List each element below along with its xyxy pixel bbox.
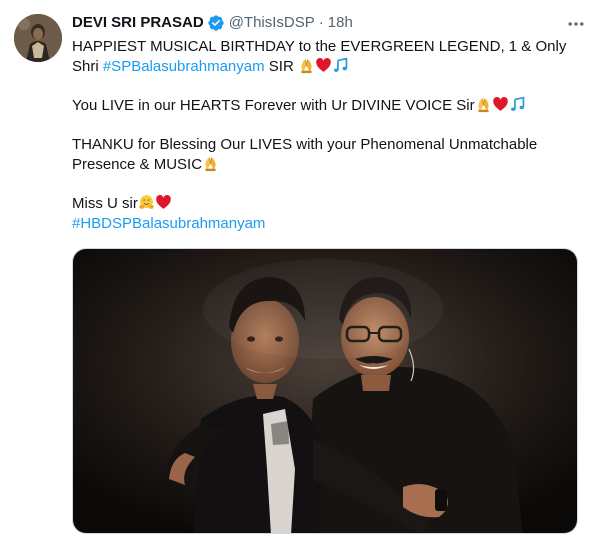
hugging-face-emoji-icon	[138, 194, 155, 211]
tweet-content: DEVI SRI PRASAD @ThisIsDSP · 18h HAPPIES…	[72, 12, 584, 234]
avatar[interactable]	[14, 14, 62, 62]
red-heart-emoji-icon	[315, 57, 332, 74]
photo-two-men-embracing	[73, 249, 577, 533]
tweet-paragraph: #HBDSPBalasubrahmanyam	[72, 214, 578, 234]
avatar-image	[14, 14, 62, 62]
folded-hands-emoji-icon	[202, 155, 219, 172]
verified-badge-icon	[207, 14, 225, 32]
tweet-paragraph: You LIVE in our HEARTS Forever with Ur D…	[72, 96, 578, 116]
musical-notes-emoji-icon	[509, 96, 526, 113]
tweet-text-segment: Miss U sir	[72, 195, 138, 212]
tweet-text: HAPPIEST MUSICAL BIRTHDAY to the EVERGRE…	[72, 37, 578, 234]
tweet-photo[interactable]	[72, 248, 578, 534]
tweet-text-segment: SIR	[264, 58, 298, 75]
more-horizontal-icon[interactable]	[566, 14, 586, 34]
hashtag-link[interactable]: #HBDSPBalasubrahmanyam	[72, 215, 265, 232]
tweet-paragraph: HAPPIEST MUSICAL BIRTHDAY to the EVERGRE…	[72, 37, 578, 77]
tweet-paragraph: Miss U sir	[72, 194, 578, 214]
separator-dot: ·	[318, 14, 324, 31]
display-name[interactable]: DEVI SRI PRASAD	[72, 12, 204, 34]
tweet-text-segment: THANKU for Blessing Our LIVES with your …	[72, 136, 538, 173]
folded-hands-emoji-icon	[475, 96, 492, 113]
handle[interactable]: @ThisIsDSP	[229, 12, 315, 34]
tweet-paragraph: THANKU for Blessing Our LIVES with your …	[72, 135, 578, 175]
musical-notes-emoji-icon	[332, 57, 349, 74]
red-heart-emoji-icon	[492, 96, 509, 113]
tweet-header: DEVI SRI PRASAD @ThisIsDSP · 18h	[72, 12, 584, 34]
red-heart-emoji-icon	[155, 194, 172, 211]
tweet-text-segment: You LIVE in our HEARTS Forever with Ur D…	[72, 97, 475, 114]
folded-hands-emoji-icon	[298, 57, 315, 74]
tweet[interactable]: DEVI SRI PRASAD @ThisIsDSP · 18h HAPPIES…	[0, 0, 593, 544]
timestamp[interactable]: 18h	[328, 12, 353, 34]
hashtag-link[interactable]: #SPBalasubrahmanyam	[103, 58, 265, 75]
